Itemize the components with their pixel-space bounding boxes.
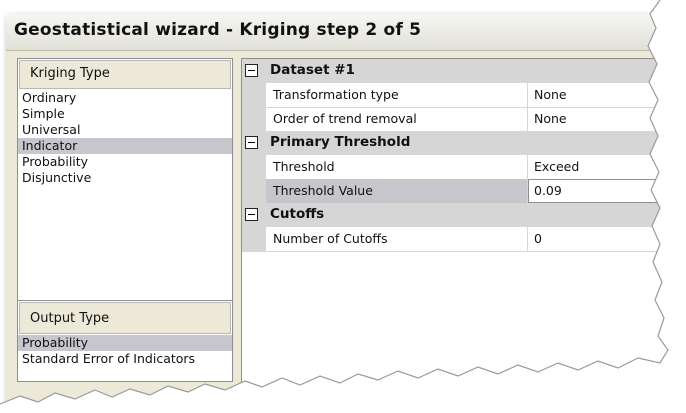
- grid-gutter: [242, 107, 266, 132]
- property-row-transformation-type[interactable]: Transformation type None: [266, 83, 678, 108]
- property-name: Order of trend removal: [266, 107, 528, 131]
- property-name-text: Number of Cutoffs: [273, 231, 388, 246]
- property-name: Transformation type: [266, 83, 528, 107]
- property-name: Threshold: [266, 155, 528, 179]
- grid-gutter: [242, 179, 266, 204]
- property-value-text: 0.09: [534, 183, 562, 198]
- output-type-header-label: Output Type: [30, 311, 110, 326]
- grid-gutter: [242, 155, 266, 180]
- wizard-window: Geostatistical wizard - Kriging step 2 o…: [6, 14, 678, 404]
- property-value[interactable]: None: [528, 83, 678, 107]
- kriging-type-header-label: Kriging Type: [30, 66, 110, 81]
- property-value-text: None: [534, 87, 567, 102]
- output-type-header: Output Type: [19, 302, 231, 334]
- kriging-type-item-universal[interactable]: Universal: [18, 122, 232, 138]
- kriging-type-item-simple[interactable]: Simple: [18, 106, 232, 122]
- property-name: Number of Cutoffs: [266, 227, 528, 251]
- collapse-icon[interactable]: [245, 136, 258, 149]
- collapse-icon[interactable]: [245, 64, 258, 77]
- kriging-type-header: Kriging Type: [19, 60, 231, 89]
- property-name-text: Threshold Value: [273, 183, 373, 198]
- property-value[interactable]: None: [528, 107, 678, 131]
- threshold-value-input[interactable]: 0.09: [528, 179, 678, 203]
- property-name-text: Order of trend removal: [273, 111, 417, 126]
- property-row-order-of-trend-removal[interactable]: Order of trend removal None: [266, 107, 678, 132]
- property-value-text: 0: [534, 231, 542, 246]
- output-type-panel: Output Type Probability Standard Error o…: [17, 300, 233, 382]
- kriging-type-list[interactable]: Ordinary Simple Universal Indicator Prob…: [18, 90, 232, 186]
- property-value[interactable]: 0: [528, 227, 678, 251]
- kriging-type-item-disjunctive[interactable]: Disjunctive: [18, 170, 232, 186]
- output-type-list[interactable]: Probability Standard Error of Indicators: [18, 335, 232, 367]
- grid-gutter: [242, 227, 266, 252]
- property-value[interactable]: Exceed: [528, 155, 678, 179]
- output-type-item-probability[interactable]: Probability: [18, 335, 232, 351]
- property-row-number-of-cutoffs[interactable]: Number of Cutoffs 0: [266, 227, 678, 252]
- grid-gutter: [242, 83, 266, 108]
- property-name-text: Threshold: [273, 159, 335, 174]
- property-grid: Dataset #1 Transformation type None Orde…: [241, 58, 678, 389]
- kriging-type-item-probability[interactable]: Probability: [18, 154, 232, 170]
- kriging-type-item-ordinary[interactable]: Ordinary: [18, 90, 232, 106]
- category-cutoffs[interactable]: Cutoffs: [242, 203, 678, 227]
- category-dataset[interactable]: Dataset #1: [242, 59, 678, 83]
- property-row-threshold[interactable]: Threshold Exceed: [266, 155, 678, 180]
- output-type-item-standard-error[interactable]: Standard Error of Indicators: [18, 351, 232, 367]
- category-label: Dataset #1: [270, 62, 355, 78]
- kriging-type-item-indicator[interactable]: Indicator: [18, 138, 232, 154]
- window-title: Geostatistical wizard - Kriging step 2 o…: [14, 20, 422, 40]
- property-value-text: None: [534, 111, 567, 126]
- property-name-text: Transformation type: [273, 87, 399, 102]
- property-value-text: Exceed: [534, 159, 580, 174]
- category-label: Cutoffs: [270, 206, 325, 222]
- category-primary-threshold[interactable]: Primary Threshold: [242, 131, 678, 155]
- property-name: Threshold Value: [266, 179, 528, 203]
- title-bar[interactable]: Geostatistical wizard - Kriging step 2 o…: [6, 14, 678, 51]
- property-row-threshold-value[interactable]: Threshold Value 0.09: [266, 179, 678, 204]
- collapse-icon[interactable]: [245, 208, 258, 221]
- kriging-type-panel: Kriging Type Ordinary Simple Universal I…: [17, 58, 233, 306]
- category-label: Primary Threshold: [270, 134, 411, 150]
